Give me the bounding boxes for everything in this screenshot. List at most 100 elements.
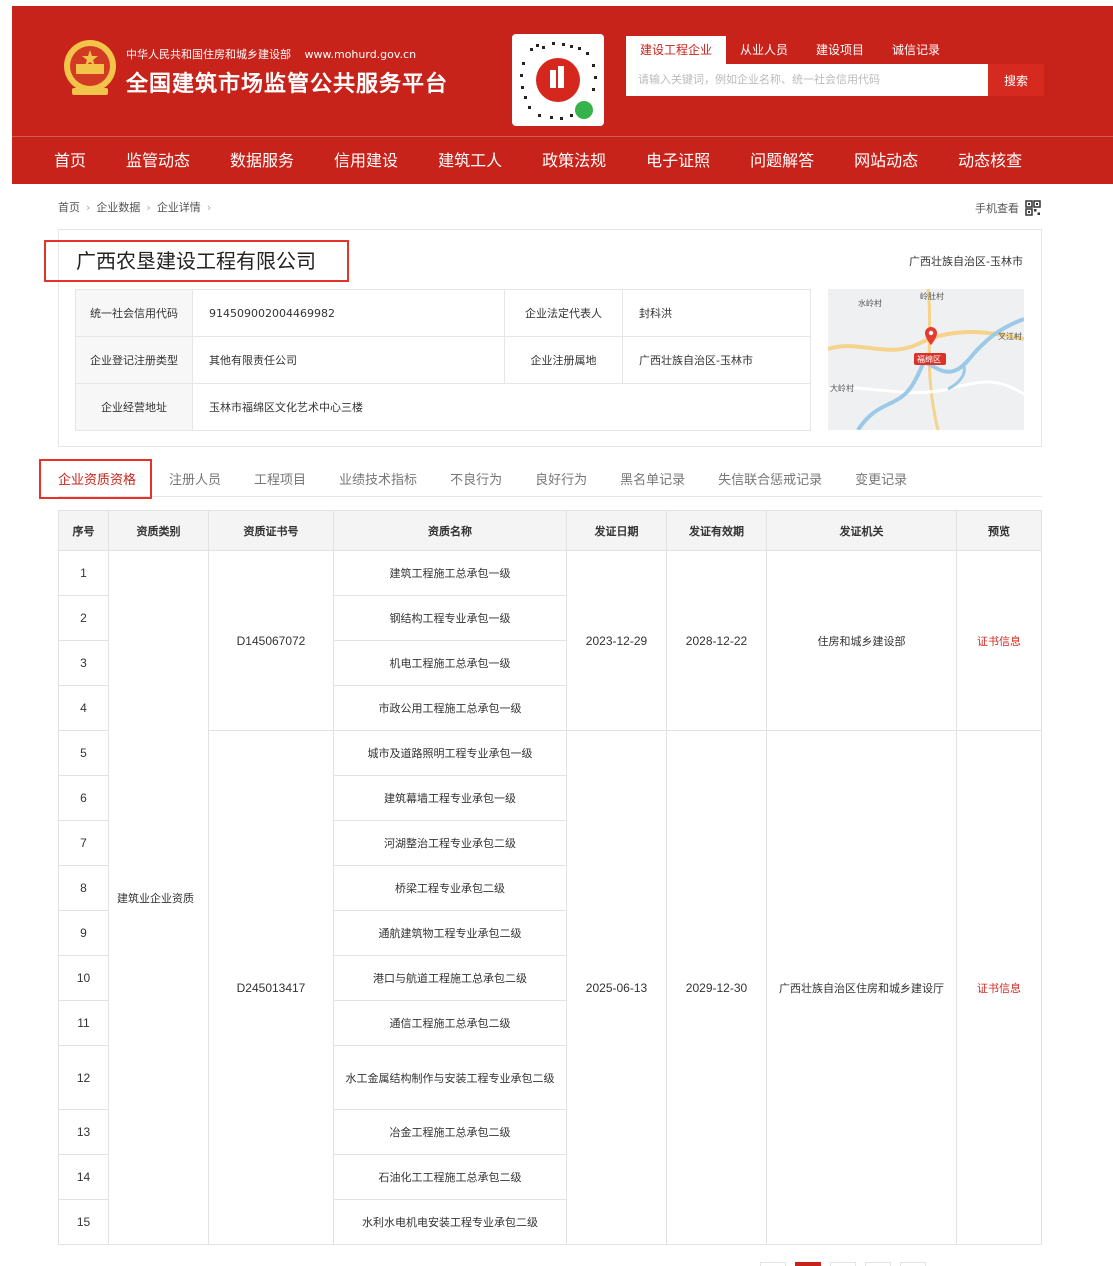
page-prev-button[interactable] [760, 1262, 786, 1266]
cert-info-link[interactable]: 证书信息 [977, 982, 1021, 995]
nav-verify[interactable]: 动态核查 [958, 137, 1022, 184]
tab-blacklist[interactable]: 黑名单记录 [620, 460, 685, 496]
legal-rep-label: 企业法定代表人 [504, 289, 623, 337]
company-name: 广西农垦建设工程有限公司 [44, 240, 349, 282]
site-header: 中华人民共和国住房和城乡建设部 www.mohurd.gov.cn 全国建筑市场… [12, 6, 1113, 184]
page-button[interactable] [830, 1262, 856, 1266]
qual-name: 城市及道路照明工程专业承包一级 [333, 730, 567, 776]
search-tab-credit[interactable]: 诚信记录 [878, 36, 954, 64]
row-number: 8 [58, 865, 109, 911]
qual-name: 建筑幕墙工程专业承包一级 [333, 775, 567, 821]
search-tab-project[interactable]: 建设项目 [802, 36, 878, 64]
tab-bad-behavior[interactable]: 不良行为 [450, 460, 502, 496]
preview-cell: 证书信息 [956, 550, 1042, 731]
nav-data-service[interactable]: 数据服务 [230, 137, 294, 184]
nav-credit[interactable]: 信用建设 [334, 137, 398, 184]
page-button-current[interactable] [795, 1262, 821, 1266]
col-header-category: 资质类别 [108, 510, 209, 551]
reg-place-label: 企业注册属地 [504, 336, 623, 384]
reg-type-label: 企业登记注册类型 [75, 336, 193, 384]
qualifications-table: 序号 资质类别 资质证书号 资质名称 发证日期 发证有效期 发证机关 预览 1建… [58, 510, 1042, 1245]
row-number: 2 [58, 595, 109, 641]
map-district-label: 福绵区 [917, 354, 941, 364]
chevron-right-icon: › [206, 200, 212, 214]
ministry-url[interactable]: www.mohurd.gov.cn [305, 48, 417, 61]
valid-until: 2028-12-22 [666, 550, 767, 731]
issue-date: 2025-06-13 [566, 730, 667, 1245]
qual-name: 机电工程施工总承包一级 [333, 640, 567, 686]
map-label: 岭肚村 [920, 291, 944, 301]
credit-code-value: 914509002004469982 [192, 289, 505, 337]
col-header-no: 序号 [58, 510, 109, 551]
search-box: 搜索 [626, 64, 1044, 96]
site-title: 全国建筑市场监管公共服务平台 [126, 72, 449, 97]
table-row: 1 建筑业企业资质 D145067072 建筑工程施工总承包一级 2023-12-29 2… [58, 550, 1042, 1245]
mobile-view-label: 手机查看 [975, 202, 1019, 215]
col-header-preview: 预览 [956, 510, 1042, 551]
search-input[interactable] [626, 64, 988, 96]
cert-info-link[interactable]: 证书信息 [977, 635, 1021, 648]
mobile-view-link[interactable]: 手机查看 [975, 200, 1041, 216]
tab-registered-staff[interactable]: 注册人员 [169, 460, 221, 496]
nav-faq[interactable]: 问题解答 [750, 137, 814, 184]
row-number: 10 [58, 955, 109, 1001]
issuing-authority: 广西壮族自治区住房和城乡建设厅 [766, 730, 957, 1245]
breadcrumb-company-detail: 企业详情 [156, 201, 201, 214]
page-button[interactable] [865, 1262, 891, 1266]
col-header-valid-until: 发证有效期 [666, 510, 767, 551]
tab-performance[interactable]: 业绩技术指标 [339, 460, 417, 496]
row-number: 5 [58, 730, 109, 776]
qual-name: 市政公用工程施工总承包一级 [333, 685, 567, 731]
company-region: 广西壮族自治区-玉林市 [909, 255, 1023, 268]
location-map[interactable]: 水岭村 岭肚村 叉江村 福绵区 大岭村 [828, 289, 1024, 430]
pagination [760, 1262, 935, 1266]
tab-change-records[interactable]: 变更记录 [855, 460, 907, 496]
reg-place-value: 广西壮族自治区-玉林市 [622, 336, 811, 384]
valid-until: 2029-12-30 [666, 730, 767, 1245]
qual-name: 水工金属结构制作与安装工程专业承包二级 [333, 1045, 567, 1110]
breadcrumb-company-data[interactable]: 企业数据 [96, 199, 140, 215]
national-emblem-icon [64, 40, 116, 95]
nav-home[interactable]: 首页 [54, 137, 86, 184]
col-header-issue-date: 发证日期 [566, 510, 667, 551]
legal-rep-value: 封科洪 [622, 289, 811, 337]
search-tab-enterprise[interactable]: 建设工程企业 [626, 36, 727, 64]
map-label: 叉江村 [998, 331, 1022, 341]
qual-category: 建筑业企业资质 [108, 550, 209, 1245]
nav-workers[interactable]: 建筑工人 [438, 137, 502, 184]
col-header-cert-no: 资质证书号 [208, 510, 334, 551]
map-label: 水岭村 [858, 298, 882, 308]
nav-policy[interactable]: 政策法规 [542, 137, 606, 184]
issue-date: 2023-12-29 [566, 550, 667, 731]
row-number: 11 [58, 1000, 109, 1046]
qual-name: 通航建筑物工程专业承包二级 [333, 910, 567, 956]
search-tabs: 建设工程企业 从业人员 建设项目 诚信记录 [626, 36, 1044, 64]
map-label: 大岭村 [830, 383, 854, 393]
chevron-right-icon: › [146, 200, 151, 214]
row-number: 1 [58, 550, 109, 596]
cert-number: D245013417 [208, 730, 334, 1245]
tab-good-behavior[interactable]: 良好行为 [535, 460, 587, 496]
table-header-row: 序号 资质类别 资质证书号 资质名称 发证日期 发证有效期 发证机关 预览 [58, 510, 1042, 551]
nav-supervision[interactable]: 监管动态 [126, 137, 190, 184]
row-number: 12 [58, 1045, 109, 1110]
tab-joint-punishment[interactable]: 失信联合惩戒记录 [718, 460, 822, 496]
qual-name: 水利水电机电安装工程专业承包二级 [333, 1199, 567, 1245]
col-header-qual-name: 资质名称 [333, 510, 567, 551]
breadcrumb-home[interactable]: 首页 [58, 199, 80, 215]
page-next-button[interactable] [900, 1262, 926, 1266]
mini-program-qr-icon [512, 34, 604, 126]
row-number: 7 [58, 820, 109, 866]
address-value: 玉林市福绵区文化艺术中心三楼 [192, 383, 811, 431]
search-tab-personnel[interactable]: 从业人员 [726, 36, 802, 64]
company-info-table: 统一社会信用代码 914509002004469982 企业法定代表人 封科洪 … [75, 289, 811, 431]
tab-projects[interactable]: 工程项目 [254, 460, 306, 496]
address-label: 企业经营地址 [75, 383, 193, 431]
row-number: 13 [58, 1109, 109, 1155]
row-number: 15 [58, 1199, 109, 1245]
ministry-name: 中华人民共和国住房和城乡建设部 [126, 48, 291, 61]
nav-news[interactable]: 网站动态 [854, 137, 918, 184]
search-button[interactable]: 搜索 [988, 64, 1044, 96]
credit-code-label: 统一社会信用代码 [75, 289, 193, 337]
nav-e-license[interactable]: 电子证照 [646, 137, 710, 184]
